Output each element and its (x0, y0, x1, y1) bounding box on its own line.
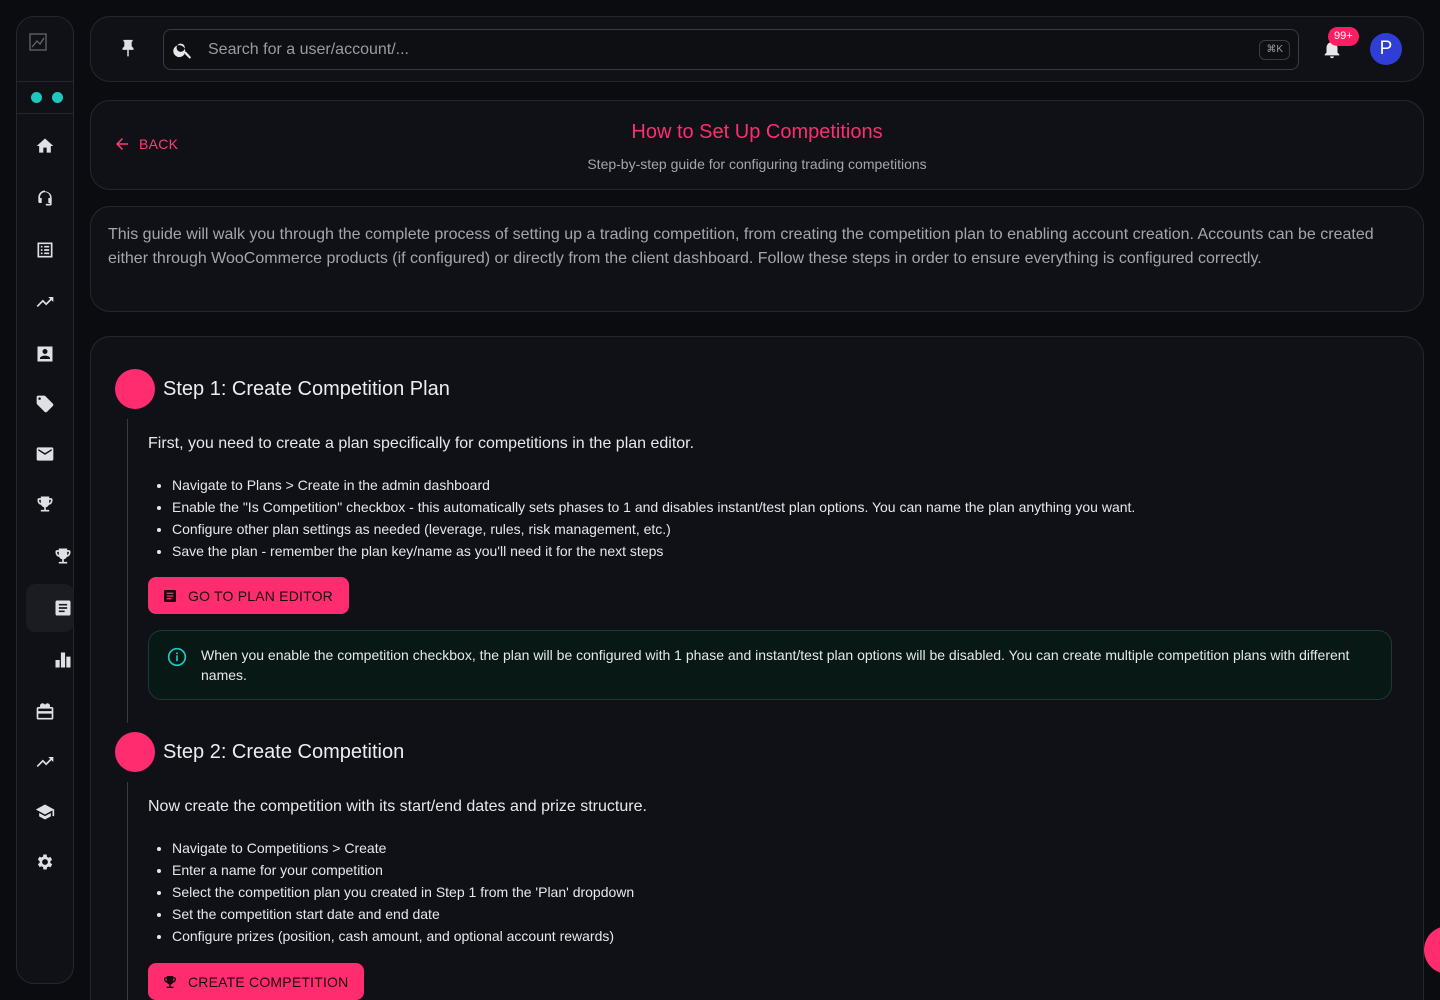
step-1-description: First, you need to create a plan specifi… (148, 435, 695, 452)
list-item: Enter a name for your competition (172, 859, 634, 881)
search-bar[interactable]: ⌘K (163, 29, 1299, 70)
step-2-title: Step 2: Create Competition (163, 741, 405, 763)
steps-card: Step 1: Create Competition Plan First, y… (90, 336, 1424, 1000)
contact-icon[interactable] (34, 343, 56, 365)
step-1-marker (115, 369, 155, 409)
list-item: Configure other plan settings as needed … (172, 518, 1135, 540)
list-item: Configure prizes (position, cash amount,… (172, 925, 634, 947)
list-item: Select the competition plan you created … (172, 881, 634, 903)
mail-icon[interactable] (34, 443, 56, 465)
bar-chart-icon[interactable] (52, 649, 74, 671)
trophy-sub-icon[interactable] (52, 545, 74, 567)
article-icon[interactable] (52, 597, 74, 619)
sidebar-divider (17, 113, 73, 114)
list-item: Navigate to Plans > Create in the admin … (172, 474, 1135, 496)
user-avatar[interactable]: P (1370, 33, 1402, 65)
trending-up-alt-icon[interactable] (34, 751, 56, 773)
button-label: CREATE COMPETITION (188, 973, 349, 990)
shortcut-hint: ⌘K (1259, 40, 1290, 60)
trending-up-icon[interactable] (34, 291, 56, 313)
status-dot (31, 92, 42, 103)
step-2-list: Navigate to Competitions > Create Enter … (148, 837, 634, 947)
list-item: Navigate to Competitions > Create (172, 837, 634, 859)
list-item: Set the competition start date and end d… (172, 903, 634, 925)
page-header: BACK How to Set Up Competitions Step-by-… (90, 100, 1424, 190)
floating-action-button[interactable] (1424, 926, 1440, 974)
top-bar: ⌘K 99+ P (90, 16, 1424, 82)
sidebar (16, 16, 74, 984)
tag-icon[interactable] (34, 393, 56, 415)
list-item: Enable the "Is Competition" checkbox - t… (172, 496, 1135, 518)
create-competition-button[interactable]: CREATE COMPETITION (148, 963, 365, 1000)
step-2-description: Now create the competition with its star… (148, 798, 647, 815)
card-giftcard-icon[interactable] (34, 701, 56, 723)
button-label: GO TO PLAN EDITOR (188, 587, 333, 604)
info-text: When you enable the competition checkbox… (201, 647, 1350, 683)
go-to-plan-editor-button[interactable]: GO TO PLAN EDITOR (148, 577, 349, 614)
notification-badge: 99+ (1328, 27, 1359, 46)
pin-icon[interactable] (117, 38, 139, 60)
logo-icon[interactable] (29, 33, 47, 51)
trophy-icon (163, 975, 177, 988)
info-callout: When you enable the competition checkbox… (148, 630, 1392, 700)
status-dots (31, 92, 63, 103)
sidebar-divider (17, 81, 73, 82)
list-icon[interactable] (34, 239, 56, 261)
search-input[interactable] (208, 30, 1228, 69)
trophy-icon[interactable] (34, 493, 56, 515)
support-agent-icon[interactable] (34, 187, 56, 209)
page-title: How to Set Up Competitions (631, 121, 883, 143)
settings-icon[interactable] (34, 851, 56, 873)
step-1-title: Step 1: Create Competition Plan (163, 378, 450, 400)
intro-card: This guide will walk you through the com… (90, 206, 1424, 312)
list-item: Save the plan - remember the plan key/na… (172, 540, 1135, 562)
step-2-marker (115, 732, 155, 772)
school-icon[interactable] (34, 801, 56, 823)
intro-text: This guide will walk you through the com… (108, 226, 1374, 267)
page-subtitle: Step-by-step guide for configuring tradi… (587, 156, 927, 172)
info-icon (167, 647, 187, 667)
step-1-connector (127, 419, 128, 723)
article-icon (164, 589, 176, 602)
search-icon (172, 39, 194, 61)
step-1-list: Navigate to Plans > Create in the admin … (148, 474, 1135, 562)
home-icon[interactable] (34, 135, 56, 157)
step-2-connector (127, 782, 128, 1000)
status-dot (52, 92, 63, 103)
